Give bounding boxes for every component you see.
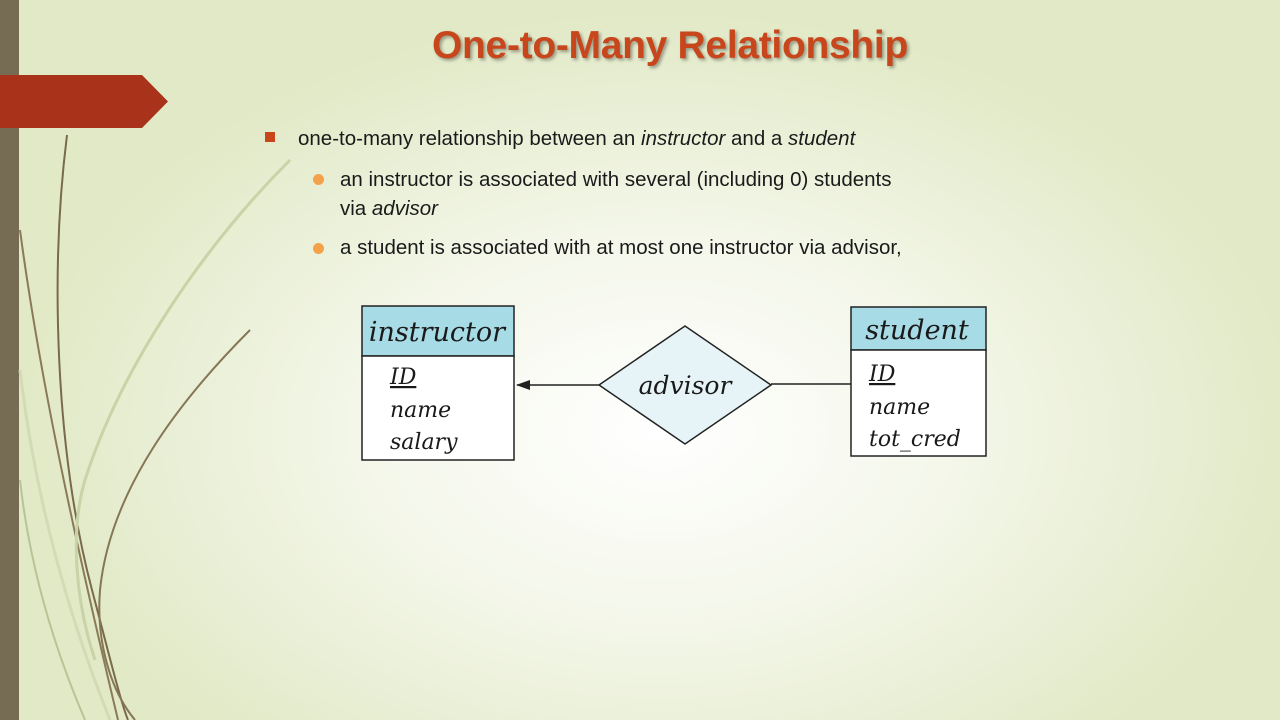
student-attr-tot-cred: tot_cred	[869, 427, 961, 452]
student-entity-name: student	[865, 315, 969, 346]
student-attr-name: name	[869, 395, 930, 420]
sub-bullet-one-line1: an instructor is associated with several…	[340, 168, 892, 191]
bullet-one-text: one-to-many relationship between an inst…	[298, 127, 856, 150]
advisor-label: advisor	[639, 371, 734, 400]
er-diagram: instructor ID name salary advisor studen…	[361, 305, 987, 461]
student-entity: student ID name tot_cred	[850, 306, 987, 457]
instructor-attr-salary: salary	[390, 430, 458, 455]
instructor-entity: instructor ID name salary	[361, 305, 515, 461]
round-bullet-icon	[313, 243, 324, 254]
slide-title: One-to-Many Relationship	[432, 24, 908, 67]
square-bullet-icon	[265, 132, 275, 142]
sub-bullet-two-text: a student is associated with at most one…	[340, 236, 902, 259]
sub-bullet-one-line2: via advisor	[340, 197, 438, 220]
instructor-attr-name: name	[390, 398, 451, 423]
decorative-grass-curves	[18, 134, 292, 720]
slide: One-to-Many Relationship one-to-many rel…	[0, 0, 1280, 720]
instructor-entity-name: instructor	[369, 317, 507, 348]
student-attr-id: ID	[868, 362, 896, 387]
instructor-attr-id: ID	[389, 365, 417, 390]
advisor-relationship: advisor	[597, 325, 773, 445]
round-bullet-icon	[313, 174, 324, 185]
